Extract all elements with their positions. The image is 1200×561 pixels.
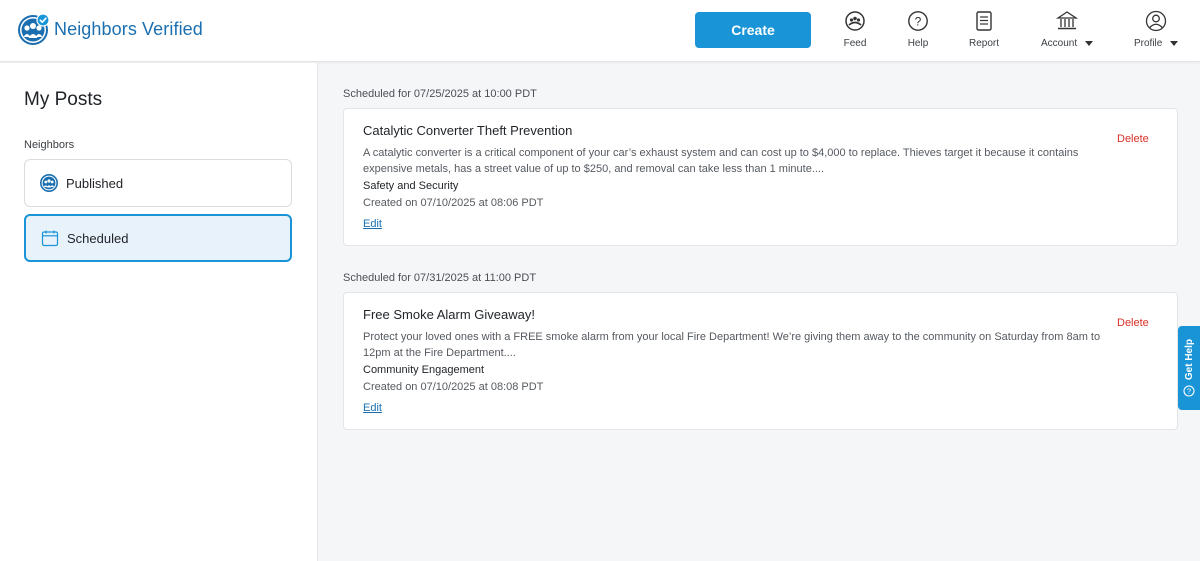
svg-text:?: ?	[1187, 386, 1191, 395]
question-circle-icon: ?	[1183, 385, 1195, 397]
sidebar: My Posts Neighbors Published Scheduled	[0, 63, 318, 561]
nav-help[interactable]: ? Help	[906, 9, 930, 51]
svg-text:?: ?	[915, 14, 922, 28]
nav-help-label: Help	[907, 38, 929, 49]
nav-feed[interactable]: Feed	[843, 9, 867, 51]
get-help-tab[interactable]: Get Help ?	[1178, 326, 1200, 410]
delete-button[interactable]: Delete	[1117, 133, 1149, 145]
get-help-label: Get Help	[1183, 339, 1195, 381]
post-description: A catalytic converter is a critical comp…	[363, 147, 1079, 175]
delete-button[interactable]: Delete	[1117, 317, 1149, 329]
post-card: Catalytic Converter Theft Prevention A c…	[343, 108, 1178, 246]
nav-account-label: Account	[1041, 38, 1078, 49]
chevron-down-icon	[1085, 41, 1094, 46]
feed-icon	[843, 9, 867, 33]
edit-link[interactable]: Edit	[363, 218, 382, 230]
scheduled-time: Scheduled for 07/31/2025 at 11:00 PDT	[343, 272, 537, 284]
nav-feed-label: Feed	[843, 38, 867, 49]
post-category: Safety and Security	[363, 180, 459, 192]
help-icon: ?	[906, 9, 930, 33]
nav-profile-label-wrap: Profile	[1134, 38, 1179, 49]
post-created: Created on 07/10/2025 at 08:06 PDT	[363, 197, 544, 209]
nav-report-label: Report	[969, 38, 1000, 49]
top-bar: Neighbors Verified Create Feed ? Help Re…	[0, 0, 1200, 62]
post-card: Free Smoke Alarm Giveaway! Protect your …	[343, 292, 1178, 430]
brand-name: Neighbors Verified	[54, 19, 203, 39]
bank-icon	[1055, 9, 1079, 33]
sidebar-item-label: Published	[66, 175, 124, 191]
nav-report[interactable]: Report	[969, 9, 999, 51]
sidebar-item-label: Scheduled	[67, 230, 129, 246]
page-title: My Posts	[24, 89, 103, 110]
brand[interactable]: Neighbors Verified	[17, 13, 203, 46]
sidebar-item-scheduled[interactable]: Scheduled	[24, 214, 292, 262]
calendar-icon	[40, 228, 60, 248]
post-description: Protect your loved ones with a FREE smok…	[363, 331, 1101, 359]
post-category: Community Engagement	[363, 364, 485, 376]
sidebar-item-published[interactable]: Published	[24, 159, 292, 207]
post-created: Created on 07/10/2025 at 08:08 PDT	[363, 381, 544, 393]
edit-link[interactable]: Edit	[363, 402, 382, 414]
chevron-down-icon	[1170, 41, 1179, 46]
scheduled-time: Scheduled for 07/25/2025 at 10:00 PDT	[343, 88, 537, 100]
nav-profile-label: Profile	[1134, 38, 1163, 49]
post-title: Free Smoke Alarm Giveaway!	[363, 307, 535, 322]
nav-account[interactable]: Account	[1041, 9, 1094, 51]
nav-account-label-wrap: Account	[1041, 38, 1094, 49]
nav-profile[interactable]: Profile	[1134, 9, 1179, 51]
main-content: Scheduled for 07/25/2025 at 10:00 PDT Ca…	[318, 63, 1200, 561]
sidebar-section-label: Neighbors	[24, 139, 75, 151]
create-button[interactable]: Create	[695, 12, 811, 48]
post-title: Catalytic Converter Theft Prevention	[363, 123, 573, 138]
report-icon	[972, 9, 996, 33]
profile-icon	[1144, 9, 1168, 33]
neighbors-icon	[39, 173, 59, 193]
neighbors-verified-logo-icon	[18, 13, 50, 45]
